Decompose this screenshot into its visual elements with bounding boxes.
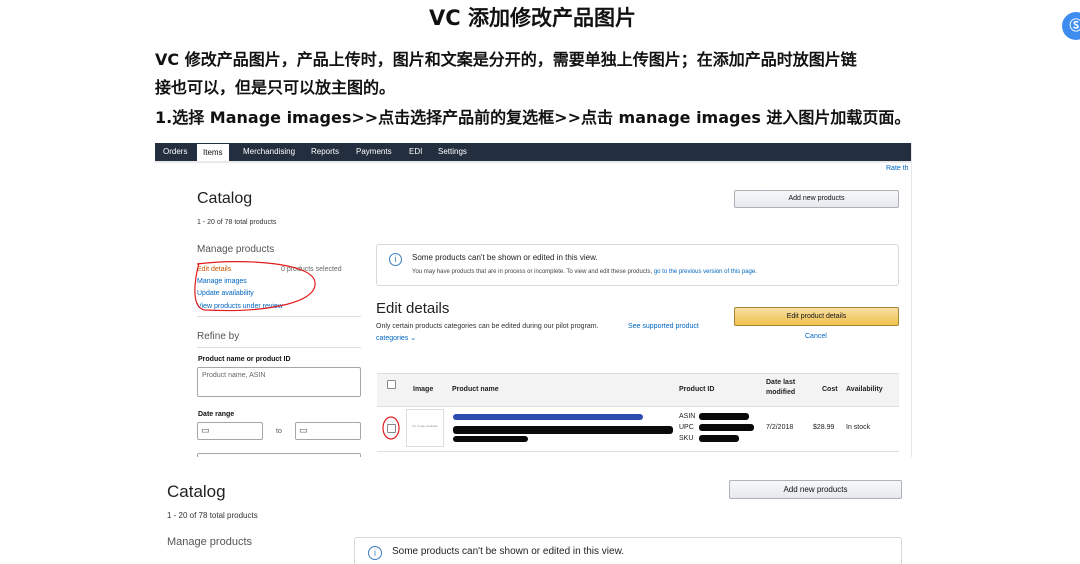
info-banner-title-2: Some products can't be shown or edited i… [392, 546, 625, 557]
screenshot-catalog-page: Orders Items Merchandising Reports Payme… [155, 143, 912, 457]
product-count-2: 1 - 20 of 78 total products [167, 511, 258, 520]
add-new-products-button-2[interactable]: Add new products [729, 480, 902, 499]
side-translate-button[interactable]: Ⓢ [1062, 12, 1080, 40]
annotation-circle-manage-links [194, 261, 316, 312]
catalog-title-2: Catalog [167, 482, 226, 501]
annotation-circle-checkbox [382, 416, 400, 440]
manage-products-heading-2: Manage products [167, 536, 252, 548]
document-title: VC 添加修改产品图片 [429, 6, 636, 30]
info-icon-2: i [368, 546, 382, 560]
info-banner-2: i Some products can't be shown or edited… [354, 537, 902, 564]
step-1-paragraph: 1.选择 Manage images>>点击选择产品前的复选框>>点击 mana… [155, 108, 911, 127]
paragraph-line-1: VC 修改产品图片，产品上传时，图片和文案是分开的，需要单独上传图片；在添加产品… [155, 50, 857, 69]
red-annotation-marks [194, 261, 400, 440]
screenshot-catalog-repeat: Catalog 1 - 20 of 78 total products Add … [155, 466, 911, 564]
paragraph-line-2: 接也可以，但是只可以放主图的。 [155, 78, 396, 97]
